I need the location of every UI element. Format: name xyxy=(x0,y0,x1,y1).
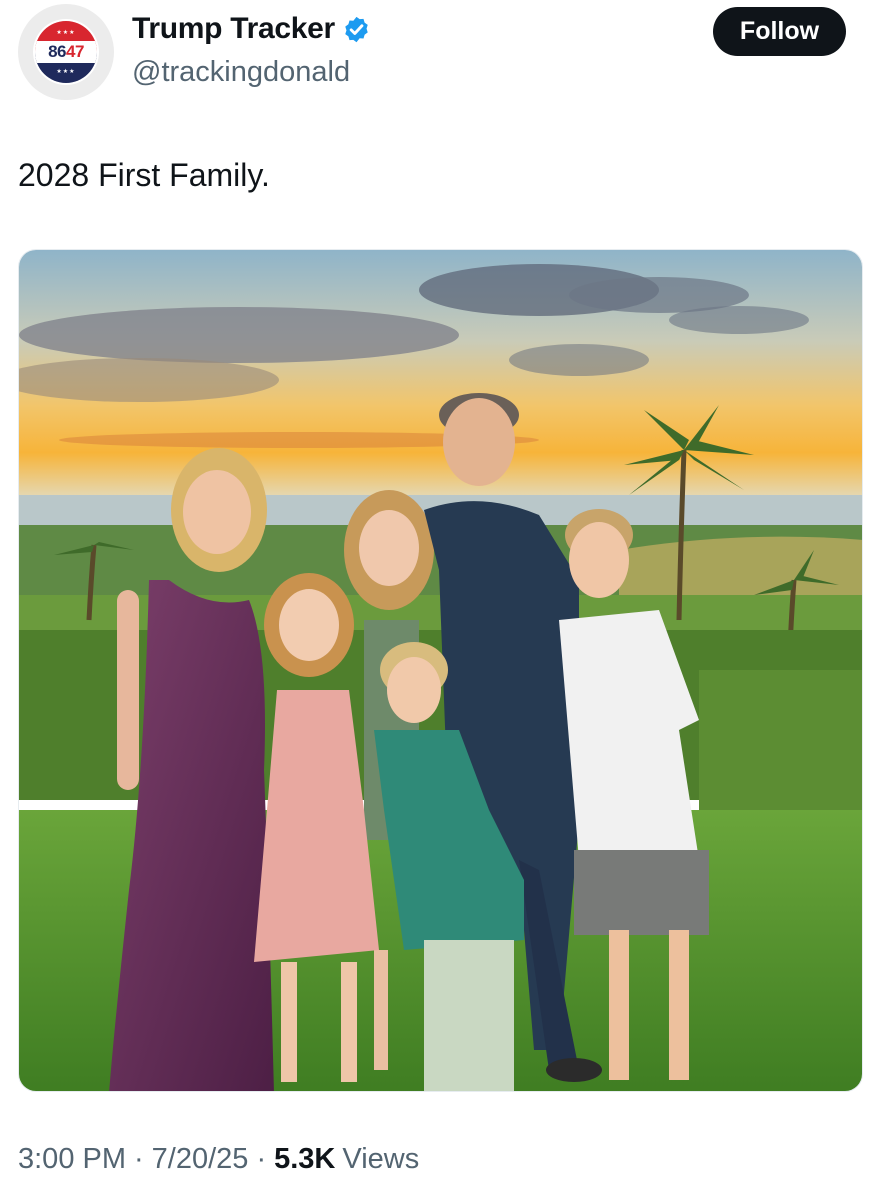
author-name-row[interactable]: Trump Tracker xyxy=(132,12,371,46)
verified-badge-icon[interactable] xyxy=(342,15,371,44)
author-display-name[interactable]: Trump Tracker xyxy=(132,12,335,46)
avatar-stars-top: ★★★ xyxy=(56,29,76,36)
tweet-date[interactable]: 7/20/25 xyxy=(152,1143,249,1176)
tweet-meta: 3:00 PM · 7/20/25 · 5.3K Views xyxy=(18,1143,419,1176)
avatar-band: 8647 xyxy=(35,41,97,63)
avatar-logo-badge: ★★★ 8647 ★★★ xyxy=(35,21,97,83)
views-count[interactable]: 5.3K xyxy=(274,1143,335,1176)
tweet-text: 2028 First Family. xyxy=(18,157,270,193)
tweet-photo[interactable] xyxy=(18,249,863,1092)
views-label[interactable]: Views xyxy=(342,1143,419,1176)
avatar-stars-bottom: ★★★ xyxy=(56,68,76,75)
author-handle[interactable]: @trackingdonald xyxy=(132,56,350,89)
tweet-time[interactable]: 3:00 PM xyxy=(18,1143,126,1176)
author-avatar[interactable]: ★★★ 8647 ★★★ xyxy=(18,4,114,100)
avatar-logo-text: 8647 xyxy=(48,42,84,61)
meta-separator: · xyxy=(134,1143,144,1175)
meta-separator: · xyxy=(256,1143,267,1175)
family-photo-image xyxy=(19,250,862,1091)
follow-button[interactable]: Follow xyxy=(713,7,846,56)
